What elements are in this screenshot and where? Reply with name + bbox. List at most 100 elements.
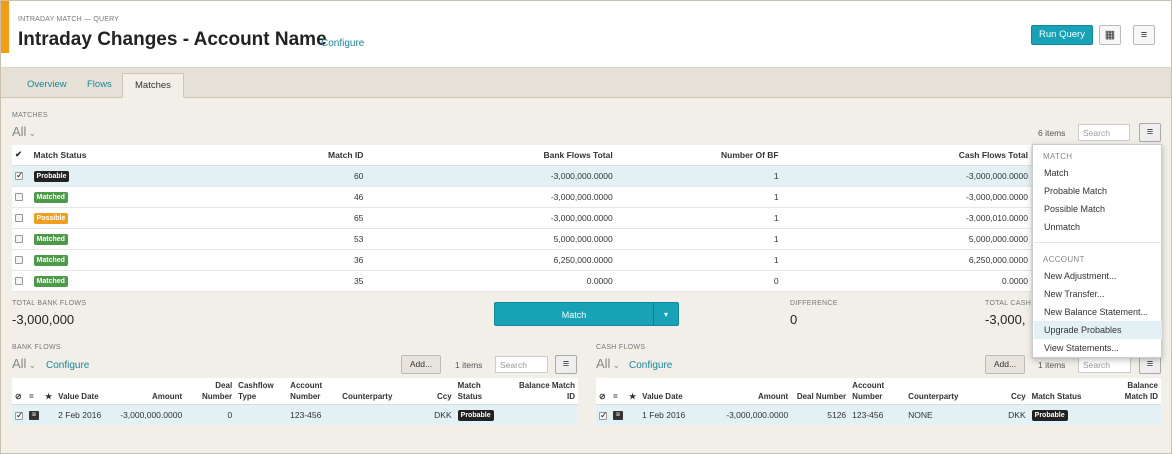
row-checkbox[interactable]: [12, 228, 31, 250]
col-ccy[interactable]: Ccy: [1005, 378, 1029, 405]
tab-bar: Overview Flows Matches: [1, 68, 1171, 98]
checkbox[interactable]: [15, 214, 23, 223]
star-icon: ★: [42, 378, 56, 405]
grid-icon[interactable]: ▦: [1099, 25, 1121, 45]
menu-item-match[interactable]: Match: [1034, 164, 1162, 182]
col-cashflow-type[interactable]: Cashflow Type: [235, 378, 288, 405]
row-checkbox[interactable]: [12, 404, 26, 425]
run-query-button[interactable]: Run Query: [1031, 25, 1093, 45]
table-row[interactable]: Matched 46 -3,000,000.0000 1 -3,000,000.…: [12, 186, 1031, 208]
menu-item-view-statements[interactable]: View Statements...: [1034, 339, 1162, 357]
col-match-status[interactable]: Match Status: [1028, 378, 1103, 405]
bank-flows-configure-link[interactable]: Configure: [46, 360, 89, 371]
star-icon: ★: [626, 378, 640, 405]
col-value-date[interactable]: Value Date: [639, 378, 702, 405]
col-match-status[interactable]: Match Status: [30, 145, 299, 166]
checkbox-checked[interactable]: [15, 170, 24, 181]
row-checkbox[interactable]: [12, 249, 31, 271]
match-dropdown-caret-icon[interactable]: ▾: [653, 302, 679, 326]
col-value-date[interactable]: Value Date: [55, 378, 116, 405]
matches-search-input[interactable]: [1078, 124, 1130, 141]
difference-label: DIFFERENCE: [790, 300, 838, 307]
matches-filter-dropdown[interactable]: All ⌄: [12, 124, 36, 139]
menu-item-unmatch[interactable]: Unmatch: [1034, 218, 1162, 236]
cash-flows-add-button[interactable]: Add...: [985, 355, 1025, 374]
menu-item-possible-match[interactable]: Possible Match: [1034, 200, 1162, 218]
col-bank-flows-total[interactable]: Bank Flows Total: [366, 145, 616, 166]
num-bf-cell: 1: [615, 228, 782, 250]
cash-flows-search-input[interactable]: [1078, 356, 1131, 373]
filter-label: All: [12, 356, 27, 371]
checkbox-checked[interactable]: [599, 410, 608, 421]
no-select-icon[interactable]: ⊘: [12, 378, 26, 405]
table-row[interactable]: Matched 53 5,000,000.0000 1 5,000,000.00…: [12, 228, 1031, 250]
no-select-icon[interactable]: ⊘: [596, 378, 610, 405]
match-button[interactable]: Match: [494, 302, 654, 326]
row-checkbox[interactable]: [12, 165, 31, 187]
col-counterparty[interactable]: Counterparty: [905, 378, 1006, 405]
table-row[interactable]: ≅ 1 Feb 2016 -3,000,000.0000 5126 123-45…: [596, 404, 1161, 425]
total-bank-flows-value: -3,000,000: [12, 312, 75, 327]
checkbox[interactable]: [15, 193, 23, 202]
table-row[interactable]: Matched 36 6,250,000.0000 1 6,250,000.00…: [12, 249, 1031, 271]
match-status-cell: Matched: [30, 249, 299, 271]
hamburger-icon[interactable]: ≡: [1133, 25, 1155, 45]
account-number-cell: 123-456: [849, 404, 906, 425]
table-row[interactable]: Probable 60 -3,000,000.0000 1 -3,000,000…: [12, 165, 1031, 187]
matches-menu-icon[interactable]: ≡: [1139, 123, 1161, 142]
cash-total-cell: 6,250,000.0000: [781, 249, 1031, 271]
col-eq: =: [26, 378, 42, 405]
table-row[interactable]: ≅ 2 Feb 2016 -3,000,000.0000 0 123-456 D…: [12, 404, 578, 425]
select-all-check-icon[interactable]: ✔: [12, 145, 31, 166]
menu-item-new-balance-statement[interactable]: New Balance Statement...: [1034, 303, 1162, 321]
col-balance-match-id[interactable]: Balance Match ID: [506, 378, 578, 405]
checkbox[interactable]: [15, 256, 23, 265]
checkbox[interactable]: [15, 277, 23, 286]
col-match-status[interactable]: Match Status: [454, 378, 507, 405]
col-deal-number[interactable]: Deal Number: [791, 378, 850, 405]
filter-label: All: [12, 124, 27, 139]
row-checkbox[interactable]: [12, 207, 31, 229]
menu-item-new-transfer[interactable]: New Transfer...: [1034, 285, 1162, 303]
configure-link[interactable]: Configure: [321, 38, 364, 49]
col-account-number[interactable]: Account Number: [287, 378, 340, 405]
checkbox[interactable]: [15, 235, 23, 244]
col-amount[interactable]: Amount: [701, 378, 792, 405]
col-account-number[interactable]: Account Number: [849, 378, 906, 405]
menu-item-probable-match[interactable]: Probable Match: [1034, 182, 1162, 200]
menu-item-upgrade-probables[interactable]: Upgrade Probables: [1034, 321, 1162, 339]
cash-flows-section-label: CASH FLOWS: [596, 344, 646, 351]
bank-flows-filter-dropdown[interactable]: All ⌄: [12, 356, 36, 371]
col-ccy[interactable]: Ccy: [431, 378, 455, 405]
col-deal-number[interactable]: Deal Number: [185, 378, 236, 405]
deal-number-cell: 0: [185, 404, 236, 425]
col-balance-match-id[interactable]: Balance Match ID: [1102, 378, 1161, 405]
col-number-of-bf[interactable]: Number Of BF: [615, 145, 782, 166]
table-row[interactable]: Possible 65 -3,000,000.0000 1 -3,000,010…: [12, 207, 1031, 229]
cash-flows-configure-link[interactable]: Configure: [629, 360, 672, 371]
bank-flows-table: ⊘ = ★ Value Date Amount Deal Number Cash…: [12, 378, 578, 425]
caret-down-icon: ⌄: [612, 360, 620, 370]
table-row[interactable]: Matched 35 0.0000 0 0.0000: [12, 270, 1031, 292]
bank-flows-add-button[interactable]: Add...: [401, 355, 441, 374]
tab-flows[interactable]: Flows: [75, 73, 124, 98]
col-cash-flows-total[interactable]: Cash Flows Total: [781, 145, 1031, 166]
checkbox-checked[interactable]: [15, 410, 24, 421]
star-cell: [42, 404, 56, 425]
menu-item-new-adjustment[interactable]: New Adjustment...: [1034, 267, 1162, 285]
row-checkbox[interactable]: [12, 186, 31, 208]
tab-overview[interactable]: Overview: [15, 73, 79, 98]
bank-flows-search-input[interactable]: [495, 356, 548, 373]
flow-type-icon: ≅: [26, 404, 42, 425]
num-bf-cell: 1: [615, 249, 782, 271]
cash-flows-filter-dropdown[interactable]: All ⌄: [596, 356, 620, 371]
row-checkbox[interactable]: [596, 404, 610, 425]
counterparty-cell: NONE: [905, 404, 1006, 425]
tab-matches[interactable]: Matches: [122, 73, 184, 98]
row-checkbox[interactable]: [12, 270, 31, 292]
col-amount[interactable]: Amount: [115, 378, 186, 405]
total-bank-flows-label: TOTAL BANK FLOWS: [12, 300, 87, 307]
bank-flows-menu-icon[interactable]: ≡: [555, 355, 577, 374]
col-counterparty[interactable]: Counterparty: [339, 378, 432, 405]
col-match-id[interactable]: Match ID: [298, 145, 367, 166]
